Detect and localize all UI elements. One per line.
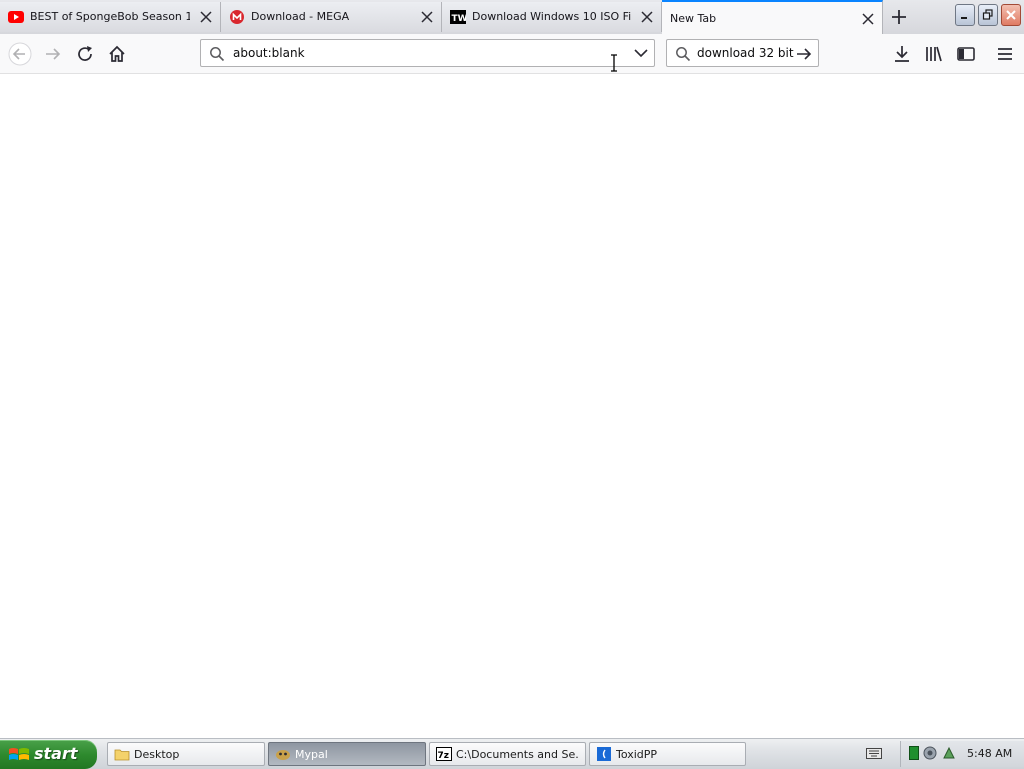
windows-flag-icon [9, 748, 29, 760]
taskbar-item-label: ToxidPP [616, 748, 658, 761]
tab-mega[interactable]: Download - MEGA [221, 2, 442, 32]
reload-icon[interactable] [73, 42, 97, 66]
start-label: start [34, 744, 78, 763]
chevron-down-icon[interactable] [634, 48, 648, 58]
taskbar-item-mypal[interactable]: Mypal [268, 742, 426, 766]
taskbar-item-7zip[interactable]: 7z C:\Documents and Se... [429, 742, 586, 766]
taskbar-item-label: C:\Documents and Se... [456, 748, 579, 761]
library-icon[interactable] [922, 42, 946, 66]
page-content [0, 74, 1024, 738]
mypal-icon [276, 750, 290, 760]
address-bar[interactable]: about:blank [200, 39, 655, 67]
toxidpp-icon [597, 747, 611, 761]
svg-text:TW: TW [452, 14, 467, 24]
address-text: about:blank [233, 46, 305, 60]
search-text: download 32 bit [697, 46, 794, 60]
minimize-icon [961, 17, 967, 19]
tab-title: Download - MEGA [251, 10, 350, 23]
search-icon [210, 47, 225, 62]
folder-icon [114, 749, 130, 761]
close-tab-icon[interactable] [641, 11, 653, 23]
close-tab-icon[interactable] [200, 11, 212, 23]
clock[interactable]: 5:48 AM [967, 747, 1012, 760]
taskbar: start Desktop Mypal 7z C:\Documents and … [0, 738, 1024, 769]
close-icon [1006, 10, 1016, 20]
network-icon[interactable] [923, 746, 937, 760]
keyboard-icon[interactable] [866, 746, 882, 760]
menu-icon[interactable] [993, 42, 1017, 66]
tab-windows-iso[interactable]: TW Download Windows 10 ISO File ( [442, 2, 662, 32]
restore-icon [982, 9, 993, 20]
taskbar-item-label: Mypal [295, 748, 328, 761]
close-tab-icon[interactable] [421, 11, 433, 23]
downloads-icon[interactable] [890, 42, 914, 66]
search-icon [676, 47, 691, 62]
tab-spongebob[interactable]: BEST of SpongeBob Season 10! ( [0, 2, 221, 32]
battery-icon[interactable] [909, 746, 919, 760]
search-bar[interactable]: download 32 bit [666, 39, 819, 67]
safely-remove-icon[interactable] [942, 746, 956, 760]
tab-title: BEST of SpongeBob Season 10! ( [30, 10, 190, 23]
youtube-icon [8, 11, 24, 23]
restore-button[interactable] [978, 4, 998, 26]
tab-strip: BEST of SpongeBob Season 10! ( Download … [0, 0, 1024, 34]
system-tray: 5:48 AM [900, 741, 1024, 767]
taskbar-item-toxidpp[interactable]: ToxidPP [589, 742, 746, 766]
navigation-toolbar: about:blank download 32 bit [0, 34, 1024, 74]
tab-title: New Tab [670, 12, 717, 25]
svg-text:7z: 7z [438, 751, 450, 761]
tab-title: Download Windows 10 ISO File ( [472, 10, 631, 23]
start-button[interactable]: start [0, 740, 97, 769]
text-cursor-icon [611, 54, 617, 72]
arrow-right-icon[interactable] [796, 46, 812, 62]
home-icon[interactable] [105, 42, 129, 66]
taskbar-item-label: Desktop [134, 748, 180, 761]
back-icon[interactable] [8, 42, 32, 66]
tw-icon: TW [450, 10, 466, 24]
7zip-icon: 7z [436, 747, 452, 761]
close-tab-icon[interactable] [862, 13, 874, 25]
new-tab-plus-icon[interactable] [889, 7, 909, 27]
forward-icon[interactable] [41, 42, 65, 66]
taskbar-item-desktop[interactable]: Desktop [107, 742, 265, 766]
close-window-button[interactable] [1001, 4, 1021, 26]
tab-new-tab[interactable]: New Tab [662, 0, 883, 34]
sidebar-icon[interactable] [954, 42, 978, 66]
mega-icon [230, 10, 244, 24]
minimize-button[interactable] [955, 4, 975, 26]
